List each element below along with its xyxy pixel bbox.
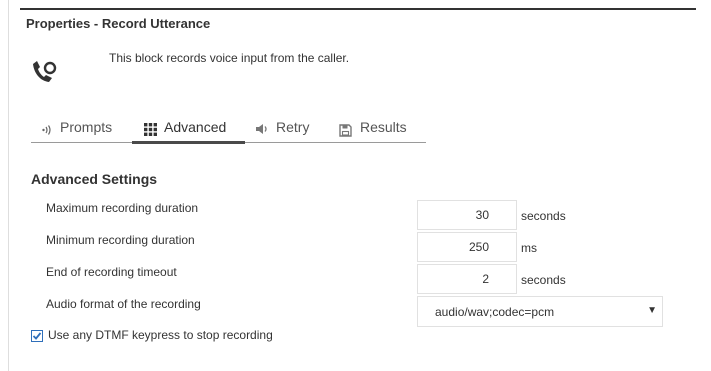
title-rule [20,8,696,10]
tab-prompts[interactable]: Prompts [41,116,121,142]
active-tab-indicator [132,141,245,144]
dtmf-checkbox[interactable] [31,330,43,342]
tab-prompts-label: Prompts [60,119,113,135]
dtmf-label: Use any DTMF keypress to stop recording [48,328,273,342]
tab-retry-label: Retry [276,119,310,135]
audio-format-select[interactable]: audio/wav;codec=pcm ▼ [417,296,663,327]
audio-format-label: Audio format of the recording [46,297,201,311]
max-duration-unit: seconds [521,209,566,223]
left-border [8,0,9,371]
sound-wave-icon [42,125,51,135]
save-icon [339,124,352,137]
tab-advanced-label: Advanced [164,119,227,135]
tab-advanced[interactable]: Advanced [132,116,245,144]
min-duration-input[interactable] [417,232,517,262]
end-timeout-input[interactable] [417,264,517,294]
phone-record-icon [33,61,57,82]
end-timeout-unit: seconds [521,273,566,287]
checkmark-icon [32,332,42,340]
panel-title: Properties - Record Utterance [26,16,211,31]
tab-retry[interactable]: Retry [255,116,320,142]
section-title: Advanced Settings [31,171,158,187]
tab-bar: Prompts Advanced Retry Results [31,116,426,144]
max-duration-label: Maximum recording duration [46,201,199,215]
max-duration-input[interactable] [417,200,517,230]
tab-results[interactable]: Results [339,116,419,142]
tab-results-label: Results [360,119,407,135]
grid-icon [144,123,157,136]
chevron-down-icon: ▼ [647,305,657,316]
audio-format-value: audio/wav;codec=pcm [435,305,555,319]
speaker-icon [256,124,267,134]
block-description: This block records voice input from the … [109,51,350,65]
min-duration-unit: ms [521,241,537,255]
end-timeout-label: End of recording timeout [46,265,177,279]
min-duration-label: Minimum recording duration [46,233,195,247]
